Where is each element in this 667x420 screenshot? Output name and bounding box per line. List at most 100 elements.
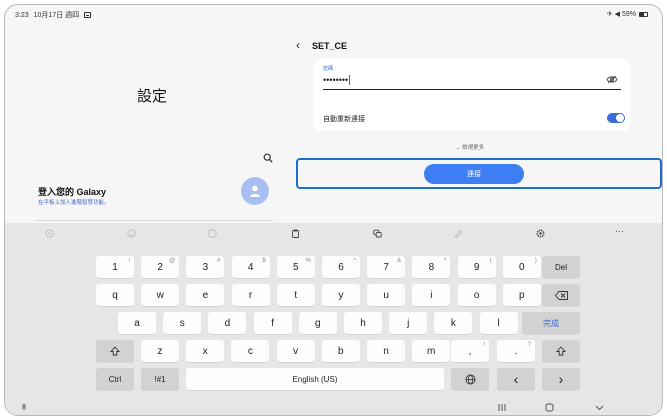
key-u[interactable]: u [367,284,406,306]
key-l-label: l [497,317,500,329]
key-i[interactable]: i [412,284,451,306]
key-j[interactable]: j [389,312,428,334]
key-3-label: 3 [202,261,209,273]
key-x[interactable]: x [186,340,225,362]
key-1[interactable]: 1! [96,256,134,278]
key-q[interactable]: q [96,284,134,306]
key-5[interactable]: 5% [276,256,315,278]
password-field[interactable] [323,73,621,87]
key-ctrl[interactable]: Ctrl [96,368,134,390]
key-5-label: 5 [293,261,299,273]
key-space[interactable]: English (US) [186,368,444,390]
key-language[interactable] [451,368,489,390]
key-6-hint: ^ [353,258,356,264]
translate-icon[interactable] [373,229,382,238]
key-a[interactable]: a [118,312,156,334]
key-m-label: m [427,345,436,357]
key-arrow-right[interactable]: › [542,368,580,390]
person-icon [250,185,260,197]
bixby-icon[interactable] [45,229,54,238]
key-9[interactable]: 9( [457,256,496,278]
key-s-label: s [179,317,185,329]
key-i-label: i [430,289,433,301]
key-d[interactable]: d [208,312,247,334]
key-shift-right[interactable] [542,340,580,362]
key-6[interactable]: 6 ^ [322,256,360,278]
microphone-icon[interactable] [21,403,27,412]
key-comma[interactable]: ,! [451,340,489,362]
key-n[interactable]: n [367,340,405,362]
key-2[interactable]: 2 @ [141,256,180,278]
key-j-label: j [407,317,410,329]
key-t[interactable]: t [276,284,315,306]
key-r[interactable]: r [231,284,270,306]
text-caret [349,75,350,85]
key-o[interactable]: o [457,284,496,306]
key-w[interactable]: w [141,284,180,306]
key-v[interactable]: v [276,340,315,362]
key-s[interactable]: s [163,312,202,334]
clipboard-icon[interactable] [291,229,300,238]
back-chevron-icon[interactable]: ‹ [296,38,300,52]
key-3[interactable]: 3 # [186,256,225,278]
key-period[interactable]: .? [497,340,535,362]
key-p[interactable]: p [502,284,541,306]
key-7[interactable]: 7 & [367,256,406,278]
key-g[interactable]: g [298,312,337,334]
key-b[interactable]: b [321,340,360,362]
divider [35,220,273,221]
account-title[interactable]: 登入您的 Galaxy [38,185,106,198]
emoji-icon[interactable] [127,229,136,238]
key-0-label: 0 [519,261,525,273]
key-k-label: k [450,317,456,329]
key-l[interactable]: l [479,312,518,334]
account-subtitle: 在平板上加入進階智慧功能。 [38,200,110,206]
key-delete[interactable]: Del [542,256,580,278]
on-screen-keyboard: ··· Del 完成 ,! .? Ctrl !#1 English (US) ‹ [5,223,662,415]
search-icon[interactable] [263,153,273,163]
avatar[interactable] [241,177,269,205]
handwriting-icon[interactable] [454,229,463,238]
settings-title: 設定 [137,88,168,105]
key-period-label: . [514,345,518,357]
key-f[interactable]: f [253,312,292,334]
key-e-label: e [202,289,209,301]
key-c[interactable]: c [231,340,270,362]
show-password-eye-icon[interactable] [606,75,618,84]
recent-apps-icon[interactable] [497,403,507,412]
key-backspace[interactable] [542,284,580,306]
auto-reconnect-toggle[interactable] [607,113,625,123]
key-9-hint: ( [489,258,492,264]
shift-icon [110,346,120,356]
key-k[interactable]: k [434,312,473,334]
backspace-icon [554,290,568,300]
key-shift-left[interactable] [96,340,134,362]
key-arrow-left[interactable]: ‹ [497,368,535,390]
key-4[interactable]: 4 $ [231,256,270,278]
key-v-label: v [293,345,299,357]
network-name: SET_CE [312,41,348,51]
key-8[interactable]: 8 * [412,256,451,278]
home-icon[interactable] [545,403,554,412]
key-r-label: r [248,289,253,301]
key-h[interactable]: h [344,312,382,334]
view-more-link[interactable]: ⌄ 檢視更多 [456,143,484,151]
key-4-hint: $ [262,258,266,264]
key-m[interactable]: m [412,340,451,362]
battery-icon [639,11,648,17]
password-underline [323,89,621,90]
connect-button[interactable]: 連接 [424,164,524,184]
settings-gear-icon[interactable] [536,229,545,238]
hide-keyboard-chevron-icon[interactable] [595,403,604,412]
key-symbols[interactable]: !#1 [141,368,179,390]
key-h-label: h [360,317,366,329]
keyboard-toolbar: ··· [5,223,662,243]
key-y[interactable]: y [322,284,360,306]
key-e[interactable]: e [186,284,225,306]
more-options-icon[interactable]: ··· [615,226,624,236]
key-z[interactable]: z [141,340,179,362]
key-done[interactable]: 完成 [522,312,580,334]
key-0[interactable]: 0) [502,256,541,278]
key-z-label: z [157,345,163,357]
sticker-icon[interactable] [208,229,217,238]
